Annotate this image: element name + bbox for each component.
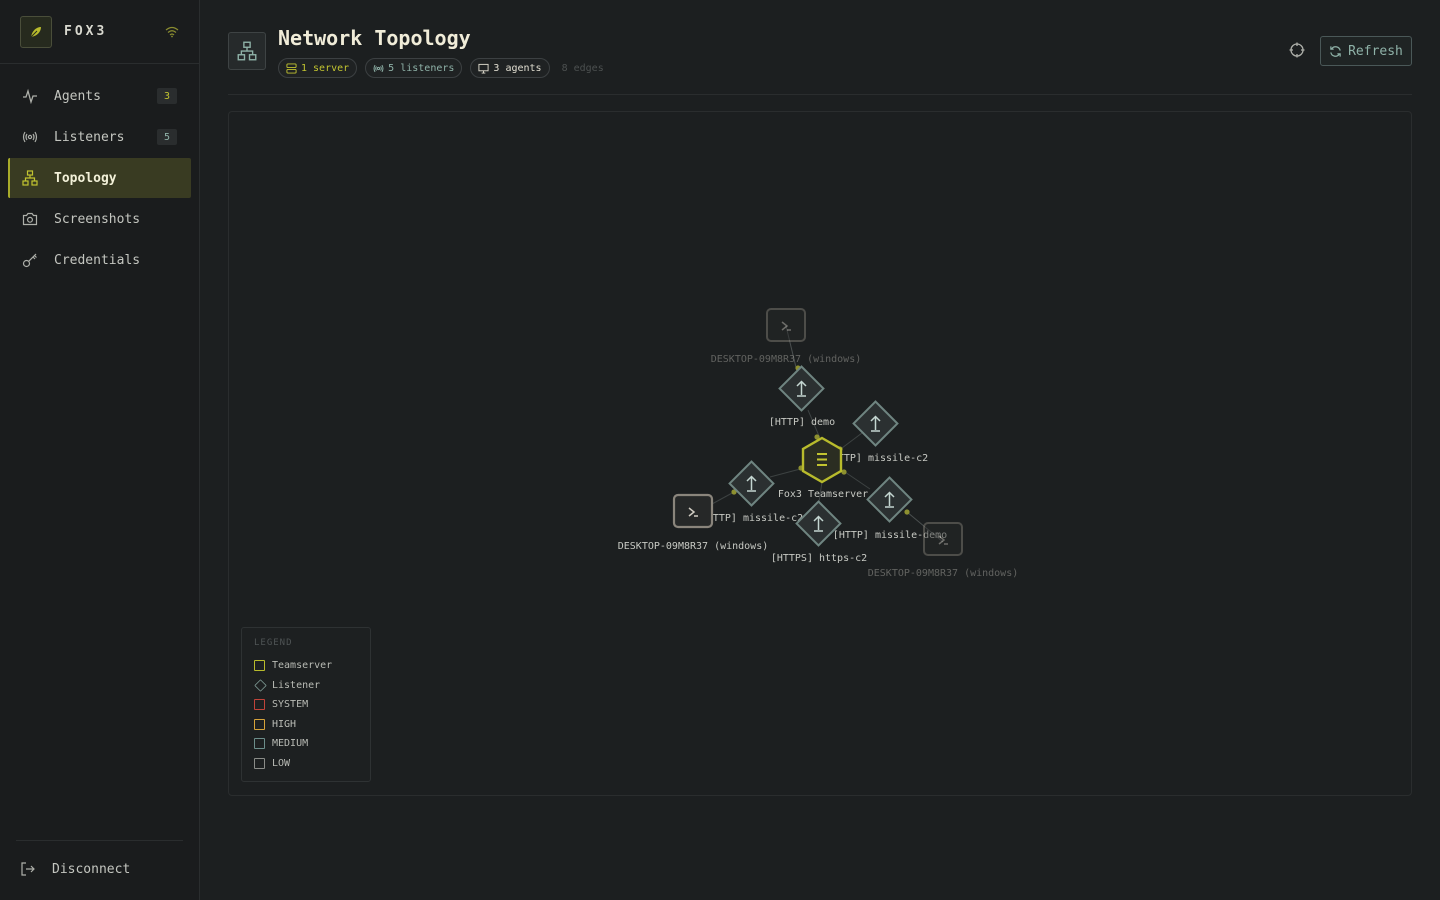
legend-label: Listener — [272, 679, 321, 691]
medium-swatch — [254, 738, 265, 750]
teamserver-swatch — [254, 660, 265, 672]
edges-count-text: 8 edges — [561, 62, 604, 74]
topology-canvas[interactable]: DESKTOP-09M8R37 (windows) [HTTP] demo [H… — [228, 111, 1412, 796]
teamserver-label: Fox3 Teamserver — [778, 489, 868, 500]
key-icon — [22, 252, 38, 268]
sidebar-item-agents[interactable]: Agents 3 — [8, 76, 191, 116]
listener-demo-label: [HTTP] demo — [769, 417, 835, 428]
sidebar-footer: Disconnect — [16, 840, 183, 897]
listener-diamond-swatch — [254, 679, 267, 692]
listeners-count-chip: 5 listeners — [365, 58, 463, 78]
sidebar-item-listeners[interactable]: Listeners 5 — [8, 117, 191, 157]
refresh-label: Refresh — [1348, 43, 1403, 59]
listener-missile-left-label: [HTTP] missile-c2 — [701, 513, 803, 524]
legend-label: MEDIUM — [272, 738, 309, 750]
topology-header-icon — [228, 32, 266, 70]
refresh-icon — [1330, 45, 1341, 57]
legend-label: SYSTEM — [272, 699, 309, 711]
activity-icon — [22, 88, 38, 104]
agent-node-top[interactable]: DESKTOP-09M8R37 (windows) — [711, 308, 862, 365]
monitor-icon — [478, 63, 489, 74]
topology-graph[interactable]: DESKTOP-09M8R37 (windows) [HTTP] demo [H… — [229, 112, 1412, 796]
agents-count-chip: 3 agents — [470, 58, 550, 78]
legend-label: HIGH — [272, 718, 297, 730]
listener-node-demo[interactable]: [HTTP] demo — [769, 365, 835, 428]
broadcast-icon — [22, 129, 38, 145]
agents-count-badge: 3 — [157, 88, 177, 104]
sidebar-item-label: Agents — [54, 88, 101, 104]
app-name: FOX3 — [64, 24, 108, 39]
listeners-count-text: 5 listeners — [388, 62, 455, 74]
sidebar-item-label: Credentials — [54, 252, 141, 268]
brand: FOX3 — [0, 0, 199, 64]
server-count-chip: 1 server — [278, 58, 358, 78]
legend-label: Teamserver — [272, 660, 333, 672]
high-swatch — [254, 718, 265, 730]
broadcast-icon — [373, 64, 384, 72]
camera-icon — [22, 211, 38, 227]
recenter-crosshair-icon[interactable] — [1289, 42, 1307, 60]
sidebar: FOX3 Agents 3 Listeners 5 Topology Scree… — [0, 0, 200, 900]
legend-item-medium: MEDIUM — [254, 734, 358, 754]
refresh-button[interactable]: Refresh — [1320, 36, 1412, 66]
agent-top-label: DESKTOP-09M8R37 (windows) — [711, 354, 862, 365]
system-swatch — [254, 699, 265, 711]
server-icon — [286, 62, 297, 74]
low-swatch — [254, 757, 265, 769]
sidebar-item-label: Listeners — [54, 129, 125, 145]
disconnect-label: Disconnect — [52, 861, 131, 877]
listeners-count-badge: 5 — [157, 129, 177, 145]
summary-chips: 1 server 5 listeners 3 agents 8 edges — [278, 58, 604, 78]
page-header: Network Topology 1 server 5 listeners 3 … — [228, 0, 1412, 95]
legend-title: LEGEND — [254, 638, 293, 648]
legend-item-low: LOW — [254, 754, 358, 774]
legend-label: LOW — [272, 757, 291, 769]
edge-dot — [904, 509, 910, 515]
sidebar-nav: Agents 3 Listeners 5 Topology Screenshot… — [0, 64, 199, 280]
disconnect-button[interactable]: Disconnect — [16, 841, 183, 897]
logout-icon — [20, 861, 36, 877]
sidebar-item-topology[interactable]: Topology — [8, 158, 191, 198]
teamserver-node[interactable]: Fox3 Teamserver — [778, 436, 868, 500]
sidebar-item-label: Screenshots — [54, 211, 141, 227]
connection-wifi-icon — [165, 26, 179, 38]
sidebar-item-label: Topology — [54, 170, 117, 186]
sidebar-item-credentials[interactable]: Credentials — [8, 240, 191, 280]
listener-https-label: [HTTPS] https-c2 — [771, 553, 867, 564]
agents-count-text: 3 agents — [493, 62, 542, 74]
main-content: Network Topology 1 server 5 listeners 3 … — [228, 0, 1412, 900]
legend-item-teamserver: Teamserver — [254, 656, 358, 676]
sidebar-item-screenshots[interactable]: Screenshots — [8, 199, 191, 239]
legend-item-high: HIGH — [254, 715, 358, 735]
agent-right-label: DESKTOP-09M8R37 (windows) — [868, 568, 1019, 579]
fox3-logo-icon — [20, 15, 52, 48]
edge-missile-left-agent — [711, 491, 735, 505]
legend-item-system: SYSTEM — [254, 695, 358, 715]
graph-legend: LEGEND Teamserver Listener SYSTEM HIGH M… — [241, 627, 371, 782]
legend-item-listener: Listener — [254, 676, 358, 696]
network-icon — [22, 170, 38, 186]
page-title: Network Topology — [278, 26, 471, 50]
agent-left-label: DESKTOP-09M8R37 (windows) — [618, 541, 769, 552]
server-count-text: 1 server — [301, 62, 350, 74]
